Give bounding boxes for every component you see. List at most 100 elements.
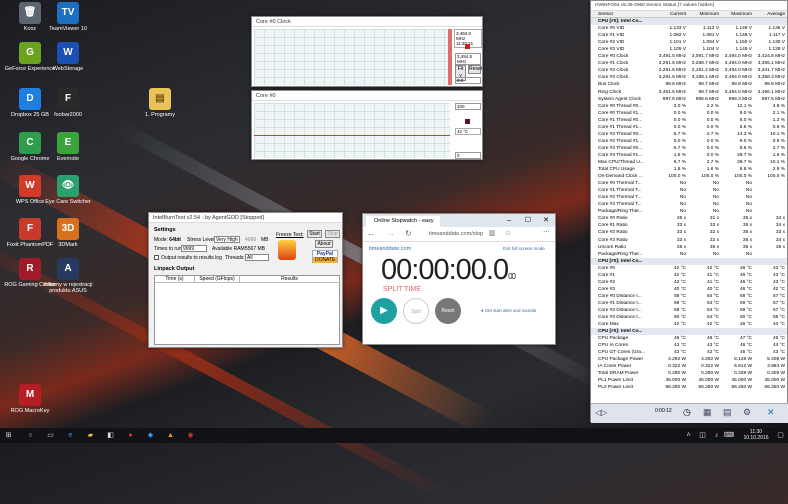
start-icon[interactable]: ⊞ [4,431,13,440]
table-row[interactable]: Core #2 Thread #0... 6.7 % 2.7 % 14.3 % 10.1… [591,131,787,138]
table-row[interactable]: Core #3 Distance t... 60 °C 54 °C 60 °C 58 °… [591,314,787,321]
more-icon[interactable]: ⋯ [543,228,550,236]
desktop-icon[interactable]: 3D 3DMark [38,218,98,248]
sensor-list[interactable]: CPU [#0]: Intel Co... Core #0 VID 1.133 V1… [591,18,787,391]
desktop-icon[interactable]: A Witamy w rejestracji produktu ASUS [38,258,98,294]
graph-icon[interactable]: ▤ [723,407,732,418]
table-row[interactable]: CPU [#0]: Intel Co... [591,257,787,265]
table-row[interactable]: Max CPU/Thread U... 6.7 % 2.7 % 29.7 % 10.1 … [591,159,787,166]
times-input[interactable]: 9999 [181,245,207,252]
reading-icon[interactable]: ▥ [489,229,496,237]
refresh-icon[interactable]: ↻ [405,229,412,238]
stop-button[interactable]: Stop [325,230,340,238]
table-row[interactable]: System Agent Clock 997.6 MHz 996.6 MHz 998.… [591,96,787,103]
column-header[interactable]: Maximum [719,11,752,17]
table-row[interactable]: On-Demand Clock ... 100.0 % 100.0 % 100.0 %… [591,173,787,180]
column-header[interactable]: Minimum [686,11,719,17]
table-row[interactable]: CPU GT Cores (Gra... 43 °C 42 °C 45 °C 43 °C [591,349,787,356]
maximize-icon[interactable]: ☐ [525,214,531,227]
min-value-field[interactable]: 0.0 [455,77,481,84]
table-row[interactable]: Core #0 VID 1.133 V 1.113 V 1.149 V 1.136 V [591,25,787,32]
play-button[interactable]: ▶ [371,298,397,324]
table-row[interactable]: Core #1 VID 1.082 V 1.081 V 1.148 V 1.117 V [591,32,787,39]
edge-icon[interactable]: e [66,431,75,440]
table-row[interactable]: Core #1 Clock 3,291.5 MHz 3,288.7 MHz 3,494… [591,60,787,67]
table-row[interactable]: CPU [#0]: Intel Co... [591,328,787,336]
table-row[interactable]: Core #0 Thread #0... 3.0 % 2.2 % 12.1 % 4.8 … [591,103,787,110]
forward-icon[interactable]: → [387,229,395,238]
task-view-icon[interactable]: ▭ [46,431,55,440]
desktop-icon[interactable]: M ROG MacroKey [0,384,60,414]
table-row[interactable]: Core #3 Thermal T... No No No [591,201,787,208]
desktop-icon[interactable]: W WebStorage [38,42,98,72]
star-icon[interactable]: ☆ [505,229,511,237]
app3-icon[interactable]: ▲ [166,431,175,440]
column-header[interactable]: Current [653,11,686,17]
intelburntest-window[interactable]: IntelBurnTest v2.54 - by AgentGOD [Stopp… [148,212,343,348]
table-row[interactable]: Core #3 Ratio 33 x 32 x 35 x 34 x [591,237,787,244]
table-row[interactable]: Core #3 Thread #1... 1.5 % 0.0 % 29.7 % 1.6 … [591,152,787,159]
table-row[interactable]: Core #0 Clock 3,491.5 MHz 3,091.7 MHz 3,494… [591,53,787,60]
table-row[interactable]: Total CPU Usage 1.6 % 1.6 % 6.8 % 2.9 % [591,166,787,173]
network-icon[interactable]: ◫ [698,431,707,440]
table-row[interactable]: Core #2 42 °C 41 °C 46 °C 43 °C [591,279,787,286]
close-icon[interactable]: ✕ [767,407,775,418]
stress-select[interactable]: Very High [214,236,240,243]
table-row[interactable]: Core #1 Thermal T... No No No [591,187,787,194]
desktop-icon[interactable]: E Evernote [38,132,98,162]
notifications-icon[interactable]: ▢ [776,431,785,440]
column-header[interactable]: Sensor [591,11,653,17]
table-row[interactable]: Total DRAM Power 0.290 W 0.290 W 0.339 W 0.3… [591,370,787,377]
max-value-field[interactable]: 3,494.5 MHz [455,53,481,65]
nav-arrows-icon[interactable]: ◁▷ [595,408,607,417]
exit-fullscreen-link[interactable]: Exit full screen mode [503,246,545,251]
table-row[interactable]: Core #0 Thermal T... No No No [591,180,787,187]
table-row[interactable]: Core #0 Ratio 35 x 31 x 35 x 34 x [591,215,787,222]
alerts-link[interactable]: ● Set start alert and sounds [481,308,536,313]
table-row[interactable]: Core #2 Clock 3,291.5 MHz 3,191.4 MHz 3,494… [591,67,787,74]
minimize-icon[interactable]: – [507,214,511,227]
table-row[interactable]: Core #2 Distance t... 58 °C 54 °C 59 °C 57 °… [591,307,787,314]
table-row[interactable]: IA Cores Power 0.322 W 0.322 W 6.912 W 3.983… [591,363,787,370]
reset-button[interactable]: Reset [435,298,461,324]
table-row[interactable]: Core #1 42 °C 41 °C 46 °C 43 °C [591,272,787,279]
split-button[interactable]: Split [403,298,429,324]
reset-button[interactable]: Reset [468,65,482,74]
threads-select[interactable]: All [245,254,269,261]
paypal-donate[interactable]: PayPal DONATE [312,250,338,263]
output-checkbox[interactable] [154,255,159,260]
start-button[interactable]: Start [307,230,322,238]
settings-icon[interactable]: ⚙ [743,407,751,418]
keyboard-icon[interactable]: ⌨ [724,431,734,440]
about-button[interactable]: About [315,240,333,248]
column-header[interactable]: Average [752,11,785,17]
table-row[interactable]: Core #0 Distance t... 58 °C 54 °C 58 °C 57 °… [591,293,787,300]
explorer-icon[interactable]: ▰ [86,431,95,440]
table-row[interactable]: Package/Ring Ther... No No No [591,208,787,215]
table-row[interactable]: Core #0 42 °C 42 °C 46 °C 43 °C [591,265,787,272]
table-row[interactable]: PL1 Power Limit 45.000 W 45.000 W 45.000 W 4… [591,377,787,384]
table-row[interactable]: PL2 Power Limit 56.250 W 56.250 W 56.250 W 5… [591,384,787,391]
table-row[interactable]: Core #3 VID 1.105 V 1.104 V 1.149 V 1.128 V [591,46,787,53]
temp-graph-window[interactable]: Core #0 100 42 °C 0 [251,90,483,160]
search-icon[interactable]: ○ [26,431,35,440]
table-row[interactable]: Core #0 Thread #1... 0.0 % 0.0 % 9.0 % 2.1 % [591,110,787,117]
report-icon[interactable]: ▦ [703,407,712,418]
table-row[interactable]: Core #1 Distance t... 58 °C 54 °C 59 °C 57 °… [591,300,787,307]
stopwatch-window[interactable]: Online Stopwatch - easy – ☐ ✕ ← → ↻ time… [362,213,556,345]
desktop-icon[interactable]: TV TeamViewer 10 [38,2,98,32]
app2-icon[interactable]: ◆ [146,431,155,440]
browser-tab[interactable]: Online Stopwatch - easy [366,216,440,227]
desktop-icon[interactable]: 👁 Eye Care Switcher [38,175,98,205]
table-row[interactable]: CPU IA Cores 43 °C 43 °C 46 °C 44 °C [591,342,787,349]
table-row[interactable]: Core #1 Ratio 33 x 33 x 35 x 34 x [591,222,787,229]
table-row[interactable]: CPU Package 46 °C 46 °C 47 °C 46 °C [591,335,787,342]
tray-up-icon[interactable]: ˄ [684,431,693,440]
clock-icon[interactable]: ◷ [683,407,691,418]
table-row[interactable]: Core #1 Thread #1... 0.0 % 0.0 % 5.8 % 0.6 % [591,124,787,131]
table-row[interactable]: Core Max 42 °C 42 °C 46 °C 44 °C [591,321,787,328]
desktop-icon[interactable]: Ffoobar2000 [38,88,98,118]
app4-icon[interactable]: ◉ [186,431,195,440]
table-row[interactable]: Package/Ring Ther... No No No [591,251,787,258]
max-value-field[interactable]: 100 [455,103,481,110]
